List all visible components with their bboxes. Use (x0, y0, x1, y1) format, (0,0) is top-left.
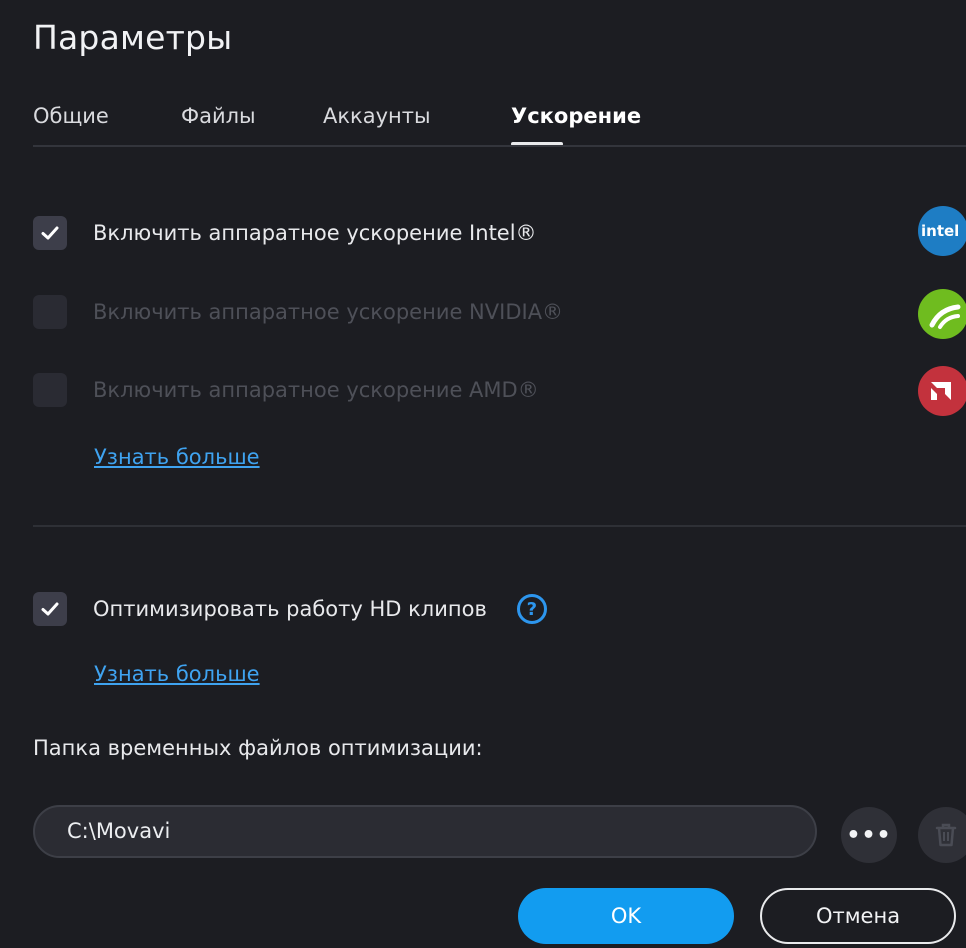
tab-acceleration[interactable]: Ускорение (511, 104, 641, 128)
tab-files[interactable]: Файлы (181, 104, 256, 128)
nvidia-acceleration-label: Включить аппаратное ускорение NVIDIA® (93, 300, 564, 324)
delete-folder-button[interactable] (918, 807, 966, 863)
tab-accounts[interactable]: Аккаунты (323, 104, 431, 128)
more-icon: ••• (846, 822, 892, 848)
nvidia-acceleration-checkbox[interactable] (33, 295, 67, 329)
cancel-button[interactable]: Отмена (760, 888, 956, 944)
intel-acceleration-checkbox[interactable] (33, 216, 67, 250)
amd-acceleration-label: Включить аппаратное ускорение AMD® (93, 378, 539, 402)
section-divider (33, 525, 966, 527)
nvidia-logo-icon (918, 289, 966, 339)
intel-acceleration-option[interactable]: Включить аппаратное ускорение Intel® (33, 215, 537, 251)
intel-acceleration-label: Включить аппаратное ускорение Intel® (93, 221, 537, 245)
amd-acceleration-option[interactable]: Включить аппаратное ускорение AMD® (33, 372, 539, 408)
temp-folder-path-field[interactable]: C:\Movavi (33, 805, 817, 858)
tab-bar: Общие Файлы Аккаунты Ускорение (33, 104, 966, 148)
dialog-title: Параметры (33, 18, 233, 57)
acceleration-learn-more-link[interactable]: Узнать больше (94, 445, 260, 469)
tab-general[interactable]: Общие (33, 104, 109, 128)
hd-learn-more-link[interactable]: Узнать больше (94, 662, 260, 686)
check-icon (41, 226, 59, 240)
browse-folder-button[interactable]: ••• (841, 807, 897, 863)
tabs-divider (33, 145, 966, 147)
amd-acceleration-checkbox[interactable] (33, 373, 67, 407)
nvidia-acceleration-option[interactable]: Включить аппаратное ускорение NVIDIA® (33, 294, 563, 330)
temp-folder-label: Папка временных файлов оптимизации: (33, 736, 483, 760)
amd-logo-icon (918, 366, 966, 416)
check-icon (41, 602, 59, 616)
settings-dialog: Параметры Общие Файлы Аккаунты Ускорение… (0, 0, 966, 948)
trash-icon (935, 823, 957, 847)
intel-logo-icon: intel (918, 206, 966, 256)
hd-optimization-checkbox[interactable] (33, 592, 67, 626)
help-icon[interactable]: ? (516, 594, 547, 624)
ok-button[interactable]: OK (518, 888, 734, 944)
hd-optimization-option[interactable]: Оптимизировать работу HD клипов ? (33, 591, 547, 627)
hd-optimization-label: Оптимизировать работу HD клипов (93, 597, 487, 621)
